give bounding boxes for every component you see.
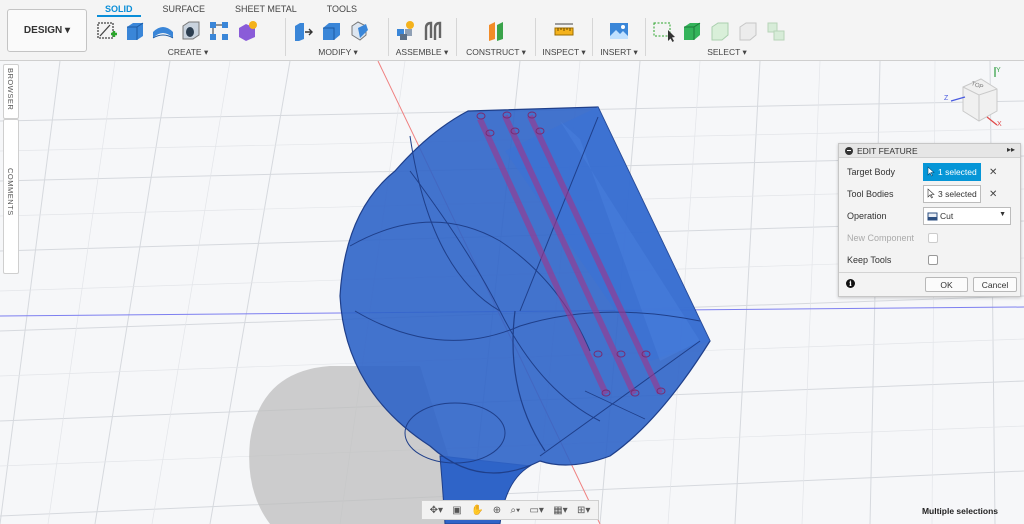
viewports-icon[interactable]: ⊞▾ bbox=[577, 505, 590, 516]
window-select-icon[interactable] bbox=[652, 19, 676, 43]
chevron-down-icon: ▼ bbox=[999, 211, 1006, 218]
y-axis-label: Y bbox=[996, 67, 1001, 74]
cut-operation-icon bbox=[927, 211, 938, 223]
comments-panel-tab[interactable]: COMMENTS bbox=[3, 119, 19, 274]
press-pull-icon[interactable] bbox=[291, 19, 315, 43]
combine-icon[interactable] bbox=[347, 19, 371, 43]
tab-solid[interactable]: SOLID bbox=[97, 3, 141, 17]
browser-tab-label: BROWSER bbox=[6, 68, 15, 111]
navigation-bar: ✥▾ ▣ ✋ ⊕ ⌕▾ ▭▾ ▦▾ ⊞▾ bbox=[421, 500, 599, 520]
joint-icon[interactable] bbox=[421, 19, 445, 43]
inspect-group: INSPECT ▾ bbox=[540, 17, 588, 59]
assemble-group: ASSEMBLE ▾ bbox=[393, 17, 451, 59]
construct-group: CONSTRUCT ▾ bbox=[462, 17, 530, 59]
new-component-icon[interactable] bbox=[393, 19, 417, 43]
toolbar-divider bbox=[535, 18, 536, 56]
expand-dialog-icon[interactable]: ▸▸ bbox=[1007, 145, 1015, 154]
select-solid-icon[interactable] bbox=[680, 19, 704, 43]
create-group: CREATE ▾ bbox=[95, 17, 281, 59]
dialog-footer: i OK Cancel bbox=[839, 272, 1020, 296]
display-settings-icon[interactable]: ▭▾ bbox=[529, 505, 543, 516]
operation-value: Cut bbox=[940, 211, 954, 221]
keep-tools-row: Keep Tools bbox=[847, 250, 1017, 270]
insert-image-icon[interactable] bbox=[607, 19, 631, 43]
tab-sheet-metal[interactable]: SHEET METAL bbox=[227, 3, 305, 17]
create-sketch-icon[interactable] bbox=[95, 19, 119, 43]
browser-panel-tab[interactable]: BROWSER bbox=[3, 64, 19, 119]
toolbar-divider bbox=[456, 18, 457, 56]
extrude-icon[interactable] bbox=[123, 19, 147, 43]
view-cube[interactable]: TOP Z Y X bbox=[943, 65, 1005, 131]
select-face-icon[interactable] bbox=[708, 19, 732, 43]
clear-tool-bodies-icon[interactable]: ✕ bbox=[989, 189, 997, 200]
cursor-icon bbox=[927, 166, 935, 179]
pan-icon[interactable]: ✋ bbox=[471, 505, 483, 516]
operation-row: Operation Cut ▼ bbox=[847, 206, 1017, 226]
cursor-icon bbox=[927, 188, 935, 201]
target-body-select-button[interactable]: 1 selected bbox=[923, 163, 981, 181]
pattern-icon[interactable] bbox=[207, 19, 231, 43]
toolbar-divider bbox=[285, 18, 286, 56]
tab-tools[interactable]: TOOLS bbox=[319, 3, 365, 17]
offset-plane-icon[interactable] bbox=[484, 19, 508, 43]
toolbar-tabs: SOLID SURFACE SHEET METAL TOOLS bbox=[97, 3, 365, 17]
zoom-window-icon[interactable]: ⌕▾ bbox=[510, 505, 520, 516]
assemble-menu[interactable]: ASSEMBLE ▾ bbox=[393, 47, 451, 58]
insert-group: INSERT ▾ bbox=[597, 17, 641, 59]
tool-bodies-row: Tool Bodies 3 selected ✕ bbox=[847, 184, 1017, 204]
tool-bodies-select-button[interactable]: 3 selected bbox=[923, 185, 981, 203]
insert-menu[interactable]: INSERT ▾ bbox=[597, 47, 641, 58]
cancel-button[interactable]: Cancel bbox=[973, 277, 1017, 292]
measure-icon[interactable] bbox=[552, 19, 576, 43]
z-axis-label: Z bbox=[944, 95, 949, 102]
construct-menu[interactable]: CONSTRUCT ▾ bbox=[462, 47, 530, 58]
keep-tools-label: Keep Tools bbox=[847, 255, 892, 265]
create-menu[interactable]: CREATE ▾ bbox=[95, 47, 281, 58]
info-icon[interactable]: i bbox=[846, 279, 855, 288]
ok-button[interactable]: OK bbox=[925, 277, 968, 292]
keep-tools-checkbox[interactable] bbox=[928, 255, 938, 265]
collapse-icon[interactable] bbox=[845, 146, 853, 155]
inspect-menu[interactable]: INSPECT ▾ bbox=[540, 47, 588, 58]
modify-menu[interactable]: MODIFY ▾ bbox=[291, 47, 385, 58]
dialog-title: EDIT FEATURE bbox=[857, 145, 918, 156]
tool-bodies-value: 3 selected bbox=[938, 189, 977, 199]
grid-settings-icon[interactable]: ▦▾ bbox=[553, 505, 567, 516]
selection-status: Multiple selections bbox=[921, 506, 998, 516]
toolbar-divider bbox=[388, 18, 389, 56]
hole-icon[interactable] bbox=[179, 19, 203, 43]
new-component-label: New Component bbox=[847, 233, 915, 243]
modify-group: MODIFY ▾ bbox=[291, 17, 385, 59]
tool-bodies-label: Tool Bodies bbox=[847, 189, 894, 199]
new-component-row: New Component bbox=[847, 228, 1017, 248]
fillet-icon[interactable] bbox=[319, 19, 343, 43]
new-component-checkbox bbox=[928, 233, 938, 243]
toolbar: DESIGN ▾ SOLID SURFACE SHEET METAL TOOLS bbox=[0, 0, 1024, 61]
select-edge-icon[interactable] bbox=[736, 19, 760, 43]
select-group: SELECT ▾ bbox=[652, 17, 802, 59]
tab-surface[interactable]: SURFACE bbox=[155, 3, 214, 17]
select-menu[interactable]: SELECT ▾ bbox=[682, 47, 772, 58]
comments-tab-label: COMMENTS bbox=[6, 168, 15, 216]
toolbar-divider bbox=[592, 18, 593, 56]
orbit-icon[interactable]: ✥▾ bbox=[430, 505, 443, 516]
dialog-header: EDIT FEATURE ▸▸ bbox=[839, 144, 1020, 158]
clear-target-body-icon[interactable]: ✕ bbox=[989, 167, 997, 178]
target-body-value: 1 selected bbox=[938, 167, 977, 177]
look-at-icon[interactable]: ▣ bbox=[452, 505, 461, 516]
edit-feature-dialog: EDIT FEATURE ▸▸ Target Body 1 selected ✕… bbox=[838, 143, 1021, 297]
operation-dropdown[interactable]: Cut ▼ bbox=[923, 207, 1011, 225]
target-body-label: Target Body bbox=[847, 167, 896, 177]
select-body-icon[interactable] bbox=[764, 19, 788, 43]
operation-label: Operation bbox=[847, 211, 887, 221]
revolve-icon[interactable] bbox=[151, 19, 175, 43]
design-workspace-button[interactable]: DESIGN ▾ bbox=[7, 9, 87, 52]
target-body-row: Target Body 1 selected ✕ bbox=[847, 162, 1017, 182]
toolbar-divider bbox=[645, 18, 646, 56]
x-axis-label: X bbox=[997, 121, 1002, 128]
zoom-icon[interactable]: ⊕ bbox=[493, 505, 501, 516]
create-form-icon[interactable] bbox=[235, 19, 259, 43]
